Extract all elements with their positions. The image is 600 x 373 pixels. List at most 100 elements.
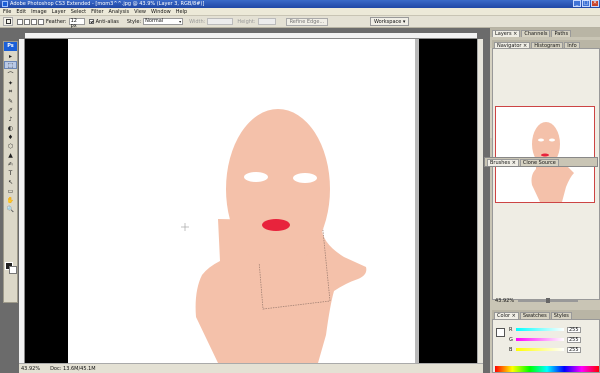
- crop-tool-icon[interactable]: ⌗: [4, 88, 17, 96]
- tool-preset-picker[interactable]: [3, 17, 13, 26]
- tab-clone-source[interactable]: Clone Source: [519, 159, 559, 166]
- hand-tool-icon[interactable]: ✋: [4, 196, 17, 204]
- tab-layers[interactable]: Layers ×: [492, 30, 521, 37]
- navigator-footer: 43.92%: [493, 297, 600, 305]
- navigator-thumbnail[interactable]: [495, 106, 595, 203]
- eraser-icon[interactable]: ⬡: [4, 142, 17, 150]
- menu-filter[interactable]: Filter: [91, 9, 103, 15]
- navigator-preview: [531, 122, 574, 202]
- right-eye: [293, 173, 317, 183]
- clone-stamp-icon[interactable]: ◐: [4, 124, 17, 132]
- color-tab-row: Color × Swatches Styles: [492, 310, 600, 319]
- height-input[interactable]: [257, 18, 276, 25]
- color-row-r: R 255: [509, 326, 600, 333]
- tab-brushes[interactable]: Brushes ×: [487, 159, 519, 166]
- magic-wand-icon[interactable]: ✦: [4, 79, 17, 87]
- b-slider[interactable]: [516, 348, 564, 351]
- layers-tab-row: Layers × Channels Paths: [490, 28, 600, 37]
- menu-view[interactable]: View: [134, 9, 146, 15]
- navigator-zoom-slider[interactable]: [518, 298, 579, 303]
- crosshair-cursor-icon: [181, 223, 189, 231]
- tab-paths[interactable]: Paths: [551, 30, 572, 37]
- g-slider[interactable]: [516, 338, 564, 341]
- color-spectrum-bar[interactable]: [495, 366, 599, 372]
- path-select-icon[interactable]: ↖: [4, 178, 17, 186]
- type-tool-icon[interactable]: T: [4, 169, 17, 177]
- tab-channels[interactable]: Channels: [521, 30, 551, 37]
- photoshop-window: Adobe Photoshop CS3 Extended - [mom3^^.j…: [0, 0, 600, 373]
- face-oval: [226, 109, 330, 269]
- gradient-icon[interactable]: ▲: [4, 151, 17, 159]
- add-selection-icon[interactable]: [24, 18, 30, 25]
- r-label: R: [509, 326, 513, 333]
- menu-image[interactable]: Image: [31, 9, 47, 15]
- healing-brush-icon[interactable]: ✐: [4, 106, 17, 114]
- doc-size[interactable]: Doc: 13.6M/45.1M: [50, 366, 96, 372]
- r-slider[interactable]: [516, 328, 564, 331]
- dodge-icon[interactable]: ✍: [4, 160, 17, 168]
- color-panel: R 255 G 255 B 255: [492, 319, 600, 373]
- lips: [262, 219, 290, 231]
- history-brush-icon[interactable]: ♦: [4, 133, 17, 141]
- menu-layer[interactable]: Layer: [52, 9, 66, 15]
- ps-logo: Ps: [4, 42, 17, 51]
- intersect-selection-icon[interactable]: [38, 18, 44, 25]
- background-color-swatch[interactable]: [9, 266, 17, 274]
- tab-swatches[interactable]: Swatches: [519, 312, 550, 319]
- refine-edge-button[interactable]: Refine Edge...: [285, 17, 329, 26]
- minimize-button[interactable]: _: [573, 0, 581, 7]
- r-value[interactable]: 255: [567, 326, 581, 333]
- menu-bar: File Edit Image Layer Select Filter Anal…: [0, 8, 600, 16]
- new-selection-icon[interactable]: [17, 18, 23, 25]
- toolbox: Ps ▸ ⬚ ⌒ ✦ ⌗ ✎ ✐ ♪ ◐ ♦ ⬡ ▲ ✍ T ↖ ▭ ✋ 🔍: [3, 41, 18, 303]
- color-row-g: G 255: [509, 336, 600, 343]
- photo-image[interactable]: [68, 39, 415, 363]
- left-eye: [244, 172, 268, 182]
- status-bar: 43.92% Doc: 13.6M/45.1M: [19, 363, 483, 373]
- brush-tool-icon[interactable]: ♪: [4, 115, 17, 123]
- tab-color[interactable]: Color ×: [494, 312, 519, 319]
- g-label: G: [509, 336, 513, 343]
- height-label: Height:: [237, 18, 256, 25]
- menu-help[interactable]: Help: [176, 9, 187, 15]
- navigator-panel: 43.92%: [492, 48, 600, 304]
- menu-edit[interactable]: Edit: [16, 9, 26, 15]
- color-panel-swatch[interactable]: [496, 328, 505, 337]
- move-tool-icon[interactable]: ▸: [4, 52, 17, 60]
- antialias-label: Anti-alias: [95, 18, 119, 25]
- width-input[interactable]: [207, 18, 234, 25]
- subtract-selection-icon[interactable]: [31, 18, 37, 25]
- shape-tool-icon[interactable]: ▭: [4, 187, 17, 195]
- color-row-b: B 255: [509, 346, 600, 353]
- close-button[interactable]: ✕: [591, 0, 599, 7]
- navigator-zoom[interactable]: 43.92%: [495, 298, 514, 304]
- g-value[interactable]: 255: [567, 336, 581, 343]
- width-label: Width:: [189, 18, 206, 25]
- document-canvas[interactable]: [25, 39, 477, 363]
- lasso-tool-icon[interactable]: ⌒: [4, 70, 17, 79]
- menu-analysis[interactable]: Analysis: [109, 9, 130, 15]
- face-illustration: [181, 109, 367, 363]
- zoom-level[interactable]: 43.92%: [21, 366, 40, 372]
- canvas-pasteboard-right: [419, 39, 477, 363]
- eyedropper-icon[interactable]: ✎: [4, 97, 17, 105]
- antialias-checkbox[interactable]: [88, 19, 94, 24]
- maximize-button[interactable]: □: [582, 0, 590, 7]
- title-bar: Adobe Photoshop CS3 Extended - [mom3^^.j…: [0, 0, 600, 8]
- vertical-scrollbar[interactable]: [477, 39, 483, 363]
- marquee-tool-icon[interactable]: ⬚: [4, 61, 17, 69]
- tab-styles[interactable]: Styles: [550, 312, 572, 319]
- menu-select[interactable]: Select: [71, 9, 86, 15]
- feather-input[interactable]: 12 px: [68, 18, 85, 29]
- menu-file[interactable]: File: [3, 9, 11, 15]
- zoom-tool-icon[interactable]: 🔍: [4, 205, 17, 213]
- style-select[interactable]: Normal: [143, 18, 184, 25]
- feather-label: Feather:: [46, 18, 67, 25]
- menu-window[interactable]: Window: [151, 9, 171, 15]
- workspace-button[interactable]: Workspace ▾: [370, 17, 410, 26]
- b-value[interactable]: 255: [567, 346, 581, 353]
- brushes-floating-panel[interactable]: Brushes × Clone Source: [484, 157, 598, 167]
- b-label: B: [509, 346, 513, 353]
- app-icon: [2, 1, 8, 7]
- options-bar: Feather: 12 px Anti-alias Style: Normal …: [0, 16, 600, 29]
